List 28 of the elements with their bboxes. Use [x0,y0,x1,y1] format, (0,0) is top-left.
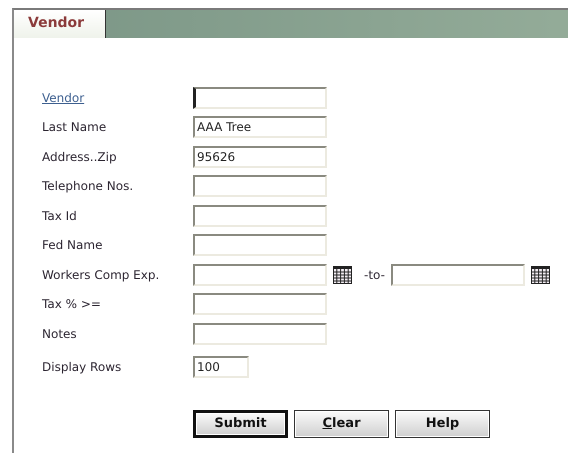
input-field[interactable]: 95626 [193,146,327,168]
field-label: Address..Zip [42,148,118,166]
vendor-link[interactable]: Vendor [42,88,193,107]
field-label: Display Rows [42,359,122,376]
input-field[interactable] [390,264,525,286]
field-label: Telephone Nos. [42,178,134,196]
input-field[interactable] [193,234,327,256]
field-label: Last Name [42,119,108,136]
form-button[interactable]: Clear [294,410,389,438]
input-field[interactable] [193,322,327,345]
input-field[interactable]: 100 [193,356,249,378]
field-label: Tax Id [42,208,78,225]
form-button[interactable]: Help [395,410,490,438]
input-field[interactable] [193,86,327,109]
input-field[interactable] [193,204,327,227]
vendor-tab[interactable]: Vendor [14,10,106,38]
field-label: Fed Name [42,237,104,254]
input-field[interactable]: AAA Tree [193,116,327,138]
input-field[interactable] [193,293,327,316]
calendar-icon[interactable] [333,266,352,284]
field-label: Workers Comp Exp. [42,266,160,284]
field-label: Tax % >= [42,296,102,314]
input-field[interactable] [193,175,327,198]
range-separator: -to- [364,266,385,284]
field-label: Notes [42,326,78,343]
input-field[interactable] [193,264,327,286]
form-button[interactable]: Submit [193,410,288,438]
calendar-icon[interactable] [530,266,550,284]
